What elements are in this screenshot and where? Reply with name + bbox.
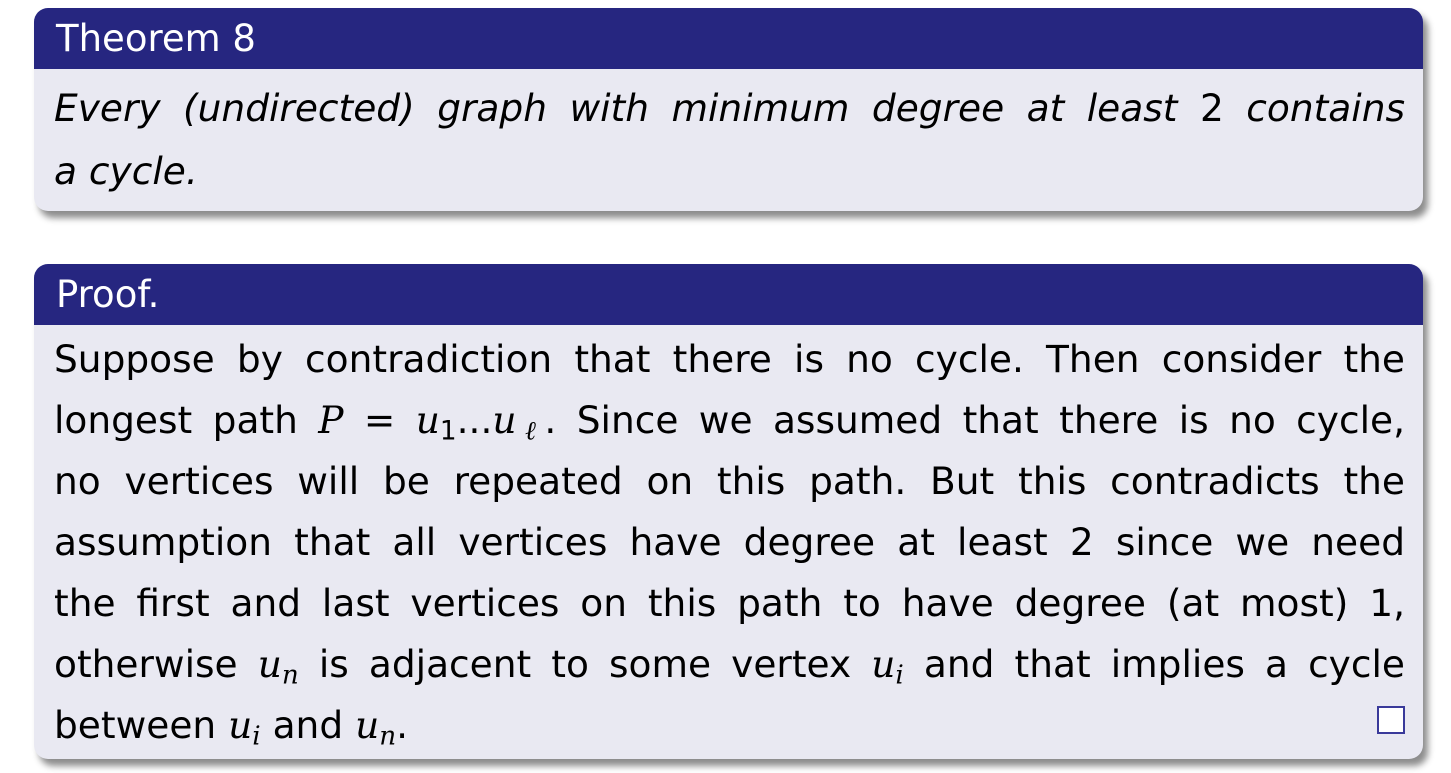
math-equals: = — [343, 398, 416, 442]
math-P: P — [318, 398, 344, 442]
proof-block: Proof. Suppose by contradiction that the… — [34, 264, 1423, 759]
math-subscript: ℓ — [516, 416, 545, 447]
math-subscript: 1 — [439, 416, 457, 447]
math-u: u — [415, 398, 440, 442]
proof-text: and that implies a cycle — [903, 642, 1405, 686]
theorem-line-1: Every (undirected) graph with minimum de… — [54, 77, 1405, 140]
proof-line-3: no vertices will be repeated on this pat… — [54, 459, 1405, 503]
math-subscript: i — [252, 721, 261, 752]
proof-body: Suppose by contradiction that there is n… — [34, 325, 1423, 756]
theorem-text-b: contains — [1223, 86, 1405, 130]
math-u: u — [492, 398, 517, 442]
proof-text: and — [260, 703, 356, 747]
proof-text: otherwise — [54, 642, 258, 686]
math-u: u — [228, 703, 253, 747]
math-u: u — [871, 642, 896, 686]
proof-line-2: longest path P = u1...uℓ. Since we assum… — [54, 390, 1405, 451]
proof-line-6: otherwise un is adjacent to some vertex … — [54, 634, 1405, 695]
math-dots: ... — [456, 398, 493, 442]
math-u: u — [355, 703, 380, 747]
proof-line-7: between ui and un. — [54, 695, 1405, 756]
math-subscript: n — [281, 660, 299, 691]
proof-text: . — [396, 703, 409, 747]
theorem-text-a: Every (undirected) graph with minimum de… — [54, 86, 1200, 130]
math-u: u — [257, 642, 282, 686]
theorem-statement: Every (undirected) graph with minimum de… — [34, 69, 1423, 203]
proof-text: longest path — [54, 398, 319, 442]
theorem-title: Theorem 8 — [34, 8, 1423, 69]
theorem-number: 2 — [1199, 86, 1224, 130]
proof-text: . Since we assumed that there is no cycl… — [544, 398, 1406, 442]
proof-title: Proof. — [34, 264, 1423, 325]
theorem-block: Theorem 8 Every (undirected) graph with … — [34, 8, 1423, 211]
math-subscript: n — [379, 721, 397, 752]
math-subscript: i — [895, 660, 904, 691]
qed-square-icon — [1377, 706, 1405, 734]
proof-text: is adjacent to some vertex — [298, 642, 872, 686]
proof-line-5: the first and last vertices on this path… — [54, 581, 1405, 625]
proof-text: between — [54, 703, 229, 747]
proof-line-4: assumption that all vertices have degree… — [54, 520, 1405, 564]
theorem-line-2: a cycle. — [54, 149, 198, 193]
proof-line-1: Suppose by contradiction that there is n… — [54, 337, 1405, 381]
